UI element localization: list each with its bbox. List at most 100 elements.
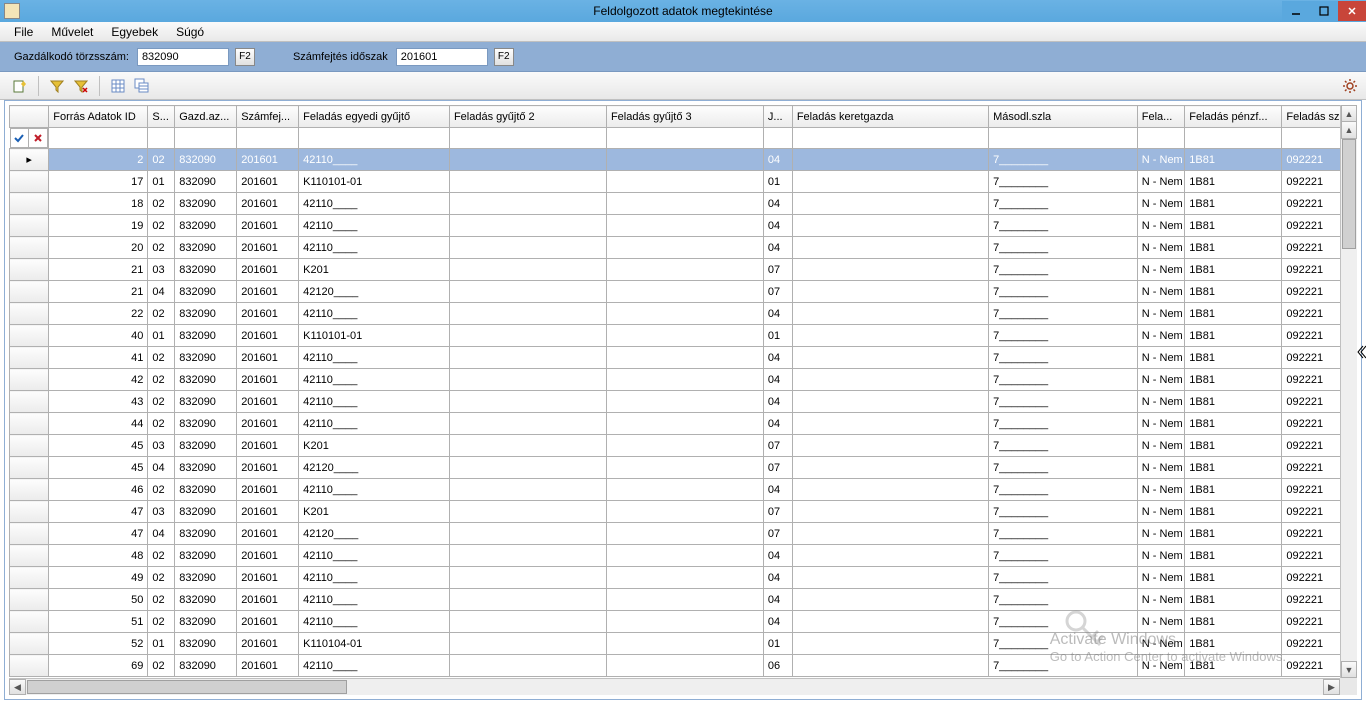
cell-j[interactable]: 01 <box>763 171 792 193</box>
cell-gy3[interactable] <box>606 369 763 391</box>
export-icon[interactable] <box>10 76 30 96</box>
filter-cell[interactable] <box>606 128 763 149</box>
scroll-down-arrow-icon[interactable]: ▼ <box>1341 661 1357 678</box>
cell-j[interactable]: 04 <box>763 545 792 567</box>
filter-cell[interactable] <box>792 128 988 149</box>
cell-penz[interactable]: 1B81 <box>1185 193 1282 215</box>
cell-j[interactable]: 07 <box>763 435 792 457</box>
cell-szam[interactable]: 201601 <box>237 457 299 479</box>
cell-fela[interactable]: N - Nem <box>1137 413 1185 435</box>
cell-ker[interactable] <box>792 259 988 281</box>
cell-gy3[interactable] <box>606 567 763 589</box>
grid-icon[interactable] <box>108 76 128 96</box>
cell-egy[interactable]: 42110____ <box>299 413 450 435</box>
table-row[interactable]: 470483209020160142120____077________N - … <box>10 523 1358 545</box>
cell-fela[interactable]: N - Nem <box>1137 171 1185 193</box>
menu-muvelet[interactable]: Művelet <box>51 25 93 39</box>
cell-ker[interactable] <box>792 215 988 237</box>
cell-j[interactable]: 06 <box>763 655 792 677</box>
right-edge-expand-icon[interactable] <box>1357 344 1366 360</box>
cell-fela[interactable]: N - Nem <box>1137 633 1185 655</box>
cell-penz[interactable]: 1B81 <box>1185 237 1282 259</box>
cell-egy[interactable]: 42110____ <box>299 215 450 237</box>
cell-fela[interactable]: N - Nem <box>1137 325 1185 347</box>
copy-grid-icon[interactable] <box>132 76 152 96</box>
row-header[interactable] <box>10 479 49 501</box>
vertical-scrollbar[interactable]: ▲ ▲ ▼ <box>1340 105 1357 678</box>
cell-j[interactable]: 04 <box>763 303 792 325</box>
cell-gy2[interactable] <box>449 281 606 303</box>
cell-s[interactable]: 03 <box>148 259 175 281</box>
cell-szam[interactable]: 201601 <box>237 589 299 611</box>
cell-gy3[interactable] <box>606 325 763 347</box>
row-header[interactable] <box>10 567 49 589</box>
cell-masod[interactable]: 7________ <box>989 545 1138 567</box>
cell-egy[interactable]: 42110____ <box>299 391 450 413</box>
cell-egy[interactable]: 42110____ <box>299 303 450 325</box>
cell-egy[interactable]: 42110____ <box>299 567 450 589</box>
cell-ker[interactable] <box>792 149 988 171</box>
cell-gy3[interactable] <box>606 611 763 633</box>
cell-ker[interactable] <box>792 611 988 633</box>
row-header[interactable] <box>10 501 49 523</box>
row-header[interactable] <box>10 611 49 633</box>
cell-fela[interactable]: N - Nem <box>1137 501 1185 523</box>
cell-gy2[interactable] <box>449 589 606 611</box>
filter-cell[interactable] <box>148 128 175 149</box>
filter-cell[interactable] <box>1137 128 1185 149</box>
cell-s[interactable]: 02 <box>148 193 175 215</box>
cell-s[interactable]: 02 <box>148 567 175 589</box>
cell-egy[interactable]: 42120____ <box>299 457 450 479</box>
cell-masod[interactable]: 7________ <box>989 281 1138 303</box>
cell-ker[interactable] <box>792 281 988 303</box>
cell-fela[interactable]: N - Nem <box>1137 391 1185 413</box>
cell-id[interactable]: 51 <box>49 611 148 633</box>
cell-szam[interactable]: 201601 <box>237 215 299 237</box>
row-header[interactable] <box>10 237 49 259</box>
cell-gy2[interactable] <box>449 259 606 281</box>
table-row[interactable]: 480283209020160142110____047________N - … <box>10 545 1358 567</box>
cell-fela[interactable]: N - Nem <box>1137 259 1185 281</box>
filter-clear-icon[interactable] <box>71 76 91 96</box>
cell-egy[interactable]: K201 <box>299 435 450 457</box>
filter-cell[interactable] <box>49 128 148 149</box>
cell-masod[interactable]: 7________ <box>989 303 1138 325</box>
cell-masod[interactable]: 7________ <box>989 259 1138 281</box>
cell-id[interactable]: 43 <box>49 391 148 413</box>
cell-gy3[interactable] <box>606 259 763 281</box>
row-header[interactable] <box>10 435 49 457</box>
row-header[interactable] <box>10 369 49 391</box>
cell-masod[interactable]: 7________ <box>989 215 1138 237</box>
cell-ker[interactable] <box>792 171 988 193</box>
cell-gy2[interactable] <box>449 171 606 193</box>
cell-gazd[interactable]: 832090 <box>175 193 237 215</box>
menu-egyebek[interactable]: Egyebek <box>111 25 158 39</box>
cell-gy3[interactable] <box>606 215 763 237</box>
cell-masod[interactable]: 7________ <box>989 369 1138 391</box>
cell-masod[interactable]: 7________ <box>989 325 1138 347</box>
cell-szam[interactable]: 201601 <box>237 391 299 413</box>
cell-gazd[interactable]: 832090 <box>175 413 237 435</box>
cell-s[interactable]: 04 <box>148 457 175 479</box>
row-header[interactable] <box>10 655 49 677</box>
cell-gazd[interactable]: 832090 <box>175 435 237 457</box>
cell-j[interactable]: 04 <box>763 391 792 413</box>
cell-j[interactable]: 04 <box>763 611 792 633</box>
cell-masod[interactable]: 7________ <box>989 523 1138 545</box>
cell-penz[interactable]: 1B81 <box>1185 259 1282 281</box>
cell-ker[interactable] <box>792 369 988 391</box>
cell-s[interactable]: 01 <box>148 171 175 193</box>
cell-szam[interactable]: 201601 <box>237 171 299 193</box>
cell-j[interactable]: 04 <box>763 479 792 501</box>
horizontal-scrollbar[interactable]: ◀ ▶ <box>9 678 1340 695</box>
cell-szam[interactable]: 201601 <box>237 545 299 567</box>
cell-penz[interactable]: 1B81 <box>1185 567 1282 589</box>
cell-penz[interactable]: 1B81 <box>1185 215 1282 237</box>
scroll-up-arrow-icon[interactable]: ▲ <box>1341 105 1357 122</box>
cell-s[interactable]: 03 <box>148 501 175 523</box>
cell-gy3[interactable] <box>606 413 763 435</box>
cell-szam[interactable]: 201601 <box>237 501 299 523</box>
table-row[interactable]: 200283209020160142110____047________N - … <box>10 237 1358 259</box>
cell-fela[interactable]: N - Nem <box>1137 567 1185 589</box>
cell-j[interactable]: 04 <box>763 215 792 237</box>
